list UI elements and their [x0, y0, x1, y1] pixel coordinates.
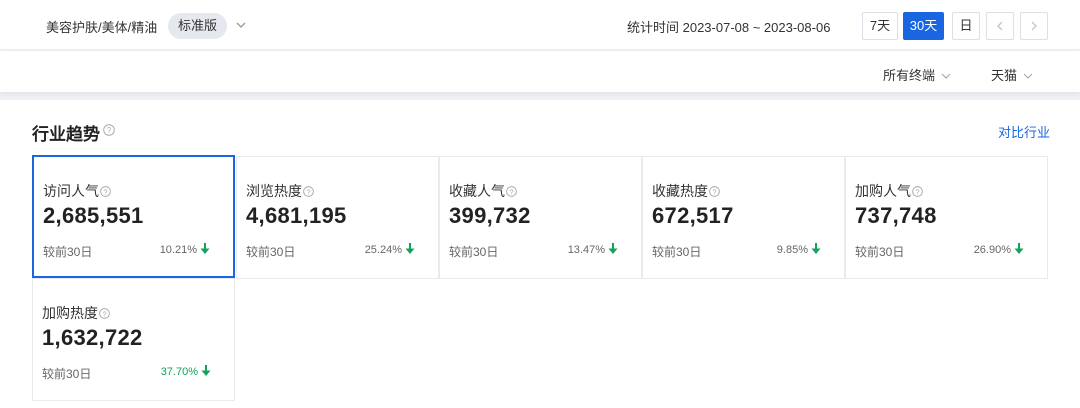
- chevron-down-icon[interactable]: [234, 18, 248, 32]
- metric-card-cart-heat[interactable]: 加购热度? 1,632,722 较前30日 37.70%: [32, 278, 235, 401]
- metric-label: 访问人气?: [43, 181, 111, 201]
- arrow-down-icon: [811, 243, 821, 254]
- platform-dropdown[interactable]: 天猫: [991, 65, 1033, 84]
- metric-card-favorite-heat[interactable]: 收藏热度? 672,517 较前30日 9.85%: [642, 156, 845, 279]
- edition-badge[interactable]: 标准版: [168, 13, 228, 39]
- metric-value: 737,748: [855, 203, 937, 228]
- svg-text:?: ?: [102, 309, 106, 318]
- svg-text:?: ?: [107, 126, 112, 135]
- top-bar: 美容护肤/美体/精油 标准版 统计时间 2023-07-08 ~ 2023-08…: [0, 0, 1080, 50]
- metric-value: 672,517: [652, 203, 734, 228]
- chevron-down-icon: [941, 73, 951, 79]
- help-icon[interactable]: ?: [912, 186, 923, 197]
- metric-change: 26.90%: [973, 244, 1011, 256]
- metric-label: 加购人气?: [855, 181, 923, 201]
- metric-label: 收藏热度?: [652, 181, 720, 201]
- metric-card-visits[interactable]: 访问人气? 2,685,551 较前30日 10.21%: [32, 155, 235, 278]
- arrow-down-icon: [200, 243, 210, 254]
- metric-label: 浏览热度?: [246, 181, 314, 201]
- metric-label: 加购热度?: [42, 303, 110, 323]
- metric-value: 1,632,722: [42, 325, 143, 350]
- range-day-button[interactable]: 日: [952, 12, 980, 40]
- metric-change: 37.70%: [160, 366, 198, 378]
- metric-compare-label: 较前30日: [42, 367, 92, 381]
- metric-value: 2,685,551: [43, 203, 144, 228]
- prev-period-button[interactable]: [986, 12, 1014, 40]
- metric-card-favorites[interactable]: 收藏人气? 399,732 较前30日 13.47%: [439, 156, 642, 279]
- metric-label: 收藏人气?: [449, 181, 517, 201]
- date-range-text: 统计时间 2023-07-08 ~ 2023-08-06: [627, 20, 831, 35]
- help-icon[interactable]: ?: [99, 308, 110, 319]
- svg-text:?: ?: [103, 187, 107, 196]
- metric-value: 399,732: [449, 203, 531, 228]
- next-period-button[interactable]: [1020, 12, 1048, 40]
- metric-change: 13.47%: [567, 244, 605, 256]
- help-icon[interactable]: ?: [303, 186, 314, 197]
- chevron-down-icon: [1023, 73, 1033, 79]
- svg-text:?: ?: [915, 187, 919, 196]
- chevron-right-icon: [1031, 21, 1037, 31]
- metric-card-add-to-cart[interactable]: 加购人气? 737,748 较前30日 26.90%: [845, 156, 1048, 279]
- help-icon[interactable]: ?: [506, 186, 517, 197]
- terminal-dropdown[interactable]: 所有终端: [883, 65, 951, 84]
- industry-trend-panel: 行业趋势 ? 对比行业 访问人气? 2,685,551 较前30日 10.21%…: [0, 100, 1080, 408]
- arrow-down-icon: [405, 243, 415, 254]
- svg-text:?: ?: [306, 187, 310, 196]
- terminal-dropdown-label: 所有终端: [883, 68, 936, 83]
- help-icon[interactable]: ?: [100, 186, 111, 197]
- arrow-down-icon: [608, 243, 618, 254]
- svg-text:?: ?: [509, 187, 513, 196]
- section-title: 行业趋势: [32, 125, 100, 144]
- svg-text:?: ?: [712, 187, 716, 196]
- metric-change: 9.85%: [776, 244, 808, 256]
- metric-card-browse-heat[interactable]: 浏览热度? 4,681,195 较前30日 25.24%: [236, 156, 439, 279]
- metric-change: 25.24%: [364, 244, 402, 256]
- range-7d-button[interactable]: 7天: [862, 12, 898, 40]
- help-icon[interactable]: ?: [709, 186, 720, 197]
- metric-value: 4,681,195: [246, 203, 347, 228]
- arrow-down-icon: [1014, 243, 1024, 254]
- metric-compare-label: 较前30日: [855, 245, 905, 259]
- metric-change: 10.21%: [159, 244, 197, 256]
- chevron-left-icon: [997, 21, 1003, 31]
- platform-dropdown-label: 天猫: [991, 68, 1018, 83]
- category-breadcrumb[interactable]: 美容护肤/美体/精油: [46, 17, 157, 36]
- filter-bar: 所有终端 天猫: [0, 51, 1080, 92]
- metric-compare-label: 较前30日: [43, 245, 93, 259]
- metric-compare-label: 较前30日: [449, 245, 499, 259]
- range-30d-button[interactable]: 30天: [903, 12, 944, 40]
- metric-compare-label: 较前30日: [246, 245, 296, 259]
- arrow-down-icon: [201, 365, 211, 376]
- metric-compare-label: 较前30日: [652, 245, 702, 259]
- compare-industry-link[interactable]: 对比行业: [998, 122, 1050, 141]
- help-icon[interactable]: ?: [103, 124, 115, 136]
